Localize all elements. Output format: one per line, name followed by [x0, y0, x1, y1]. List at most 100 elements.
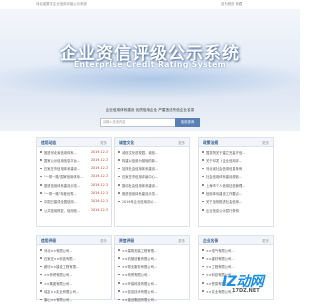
list-item[interactable]: 石家庄××科技有限...	[40, 255, 108, 263]
panel-title: 信用动态	[41, 139, 57, 145]
list-item-title[interactable]: ××建材有限公司...	[206, 256, 234, 261]
list-item-title[interactable]: 关于加快推进社会信用...	[206, 199, 242, 204]
list-item[interactable]: ××建材有限公司...	[202, 255, 270, 263]
list-item[interactable]: 上海市个人信用征信管理...	[202, 182, 270, 190]
list-item-title[interactable]: 构建以信用为基础的新...	[122, 158, 158, 163]
list-item[interactable]: 企业信息公示暂行条例	[202, 207, 270, 215]
list-item[interactable]: 关于加快推进社会信用...	[202, 199, 270, 207]
list-item-title[interactable]: ××商贸有限公司...	[44, 272, 72, 277]
list-item-title[interactable]: 公共信用修复，信用信...	[44, 208, 80, 213]
list-item[interactable]: 河北××有限公司...	[40, 247, 108, 255]
list-item[interactable]: ××电气有限公司...	[202, 247, 270, 255]
more-link[interactable]: 更多	[262, 238, 269, 243]
list-item-title[interactable]: 推动社会信用体系建设...	[122, 183, 158, 188]
list-item-title[interactable]: 廊坊××建设工程有限...	[44, 264, 79, 269]
list-item[interactable]: 石家庄市信用评级中心...	[118, 174, 186, 182]
list-item[interactable]: 构建以信用为基础的新...	[118, 157, 186, 165]
bullet-icon	[40, 282, 42, 284]
list-item[interactable]: 诚信文化进校园，诚信...	[118, 149, 186, 157]
more-link[interactable]: 更多	[100, 238, 107, 243]
bullet-icon	[118, 151, 120, 153]
list-item[interactable]: ××建筑安装工程有限...	[118, 247, 186, 255]
list-item[interactable]: 推动社会信用体系建设...	[118, 182, 186, 190]
list-item-title[interactable]: 社会信用体系建设规划...	[206, 174, 242, 179]
list-item-title[interactable]: ××商贸有限公司...	[122, 272, 150, 277]
list-item[interactable]: 中国已建成全国信用... 2019-12-3	[40, 199, 108, 207]
list-item-title[interactable]: ××环保科技有限公司...	[122, 281, 157, 286]
list-item-title[interactable]: 加快社会信用体系建设...	[122, 166, 158, 171]
search-input[interactable]: 请输入查询内容	[100, 118, 176, 127]
list-item[interactable]: 推进河北省信用体系... 2019-12-3	[40, 149, 108, 157]
list-item-title[interactable]: ××机械设备有限公司...	[122, 256, 157, 261]
more-link[interactable]: 更多	[262, 140, 269, 145]
list-item[interactable]: 石家庄市信用体系建设... 2019-12-3	[40, 166, 108, 174]
list-item[interactable]: ××信息技术有限公司...	[118, 288, 186, 296]
list-item[interactable]: ××物业服务有限公司...	[118, 264, 186, 272]
list-item-title[interactable]: 中国已建成全国信用...	[44, 199, 77, 204]
list-item[interactable]: 推进信用体系建设示范...	[118, 190, 186, 198]
list-item-title[interactable]: ××集团有限公司...	[44, 281, 72, 286]
list-item[interactable]: 推进信用体系建设示范... 2019-12-3	[40, 182, 108, 190]
list-item[interactable]: "一带一路"国家信用体系... 2019-12-3	[40, 174, 108, 182]
list-item-title[interactable]: ××建筑安装工程有限...	[122, 248, 157, 253]
panel-title: 企业名录	[203, 237, 219, 243]
list-item[interactable]: 河北省社会信用信息条例	[202, 166, 270, 174]
bullet-icon	[118, 175, 120, 178]
list-item-title[interactable]: 推进信用体系建设示范...	[122, 191, 158, 196]
list-item-title[interactable]: 上海市个人信用征信管理...	[206, 183, 245, 188]
list-item[interactable]: 国务院关于建立完善守信...	[202, 149, 270, 157]
more-link[interactable]: 更多	[178, 140, 185, 145]
list-item[interactable]: ××集团有限公司...	[40, 280, 108, 288]
bullet-icon	[40, 265, 42, 268]
list-item-title[interactable]: 石家庄××科技有限...	[44, 256, 76, 261]
list-item[interactable]: ××环保科技有限公司...	[118, 280, 186, 288]
top-bar-links[interactable]: 设为首页 收藏	[221, 1, 242, 6]
list-item-title[interactable]: 保定××实业有限公司...	[44, 289, 79, 294]
list-item[interactable]: 公共信用修复，信用信... 2019-12-3	[40, 207, 108, 215]
list-item[interactable]: 社会信用体系建设规划...	[202, 174, 270, 182]
more-link[interactable]: 更多	[100, 140, 107, 145]
more-link[interactable]: 更多	[178, 238, 185, 243]
list-item-title[interactable]: ××电气有限公司...	[206, 248, 234, 253]
list-item-title[interactable]: ××工程有限公司...	[206, 264, 234, 269]
bullet-icon	[118, 290, 120, 292]
list-item[interactable]: 国家公示信用信息平台... 2019-12-3	[40, 157, 108, 165]
list-item[interactable]: 唐山××有限公司...	[40, 297, 108, 305]
list-item[interactable]: 保定××实业有限公司...	[40, 288, 108, 296]
list-item[interactable]: 加快社会信用体系建设...	[118, 166, 186, 174]
list-item-title[interactable]: 国家公示信用信息平台...	[44, 158, 80, 163]
panel-title: 诚信文化	[119, 139, 135, 145]
list-item-title[interactable]: 河北省社会信用信息条例	[206, 166, 242, 171]
list-item-title[interactable]: 企业信息公示暂行条例	[206, 208, 239, 213]
list-item[interactable]: ××建设集团有限公司...	[118, 297, 186, 305]
list-item-title[interactable]: 2019年企业信用评价...	[122, 199, 157, 204]
bullet-icon	[202, 290, 204, 292]
list-item[interactable]: ××商贸有限公司...	[118, 272, 186, 280]
list-item-title[interactable]: ××信息技术有限公司...	[122, 289, 157, 294]
list-item-title[interactable]: 诚信文化进校园，诚信...	[122, 150, 158, 155]
list-item[interactable]: 关于印发《企业信用评...	[202, 157, 270, 165]
list-item[interactable]: ××商贸有限公司...	[40, 272, 108, 280]
list-item-title[interactable]: 国务院关于建立完善守信...	[206, 150, 245, 155]
list-item-title[interactable]: 推进河北省信用体系...	[44, 150, 77, 155]
list-item[interactable]: 信用体系建设工作要点...	[202, 190, 270, 198]
list-item-title[interactable]: 石家庄市信用评级中心...	[122, 174, 158, 179]
list-item-title[interactable]: "一带一路"国家信用体系...	[44, 174, 83, 179]
list-item-title[interactable]: 关于印发《企业信用评...	[206, 158, 242, 163]
list-item[interactable]: "一带一路"年度优秀... 2019-12-3	[40, 190, 108, 198]
list-item-title[interactable]: "一带一路"年度优秀...	[44, 191, 77, 196]
list-item[interactable]: 2019年企业信用评价...	[118, 199, 186, 207]
list-item-title[interactable]: 石家庄市信用体系建设...	[44, 166, 80, 171]
list-item-title[interactable]: ××物业服务有限公司...	[122, 264, 157, 269]
bullet-icon	[118, 265, 120, 268]
list-item-title[interactable]: 河北××有限公司...	[44, 248, 72, 253]
list-item-title[interactable]: 信用体系建设工作要点...	[206, 191, 242, 196]
bullet-icon	[202, 257, 204, 259]
list-item[interactable]: 廊坊××建设工程有限...	[40, 264, 108, 272]
list-item-title[interactable]: 推进信用体系建设示范...	[44, 183, 80, 188]
list-item-date: 2019-12-3	[90, 166, 108, 171]
panel-credit-news: 信用动态 更多 推进河北省信用体系... 2019-12-3 国家公示信用信息平台.…	[36, 137, 112, 227]
list-item[interactable]: ××机械设备有限公司...	[118, 255, 186, 263]
bullet-icon	[40, 184, 42, 186]
search-button[interactable]: 信用查询	[175, 118, 200, 127]
